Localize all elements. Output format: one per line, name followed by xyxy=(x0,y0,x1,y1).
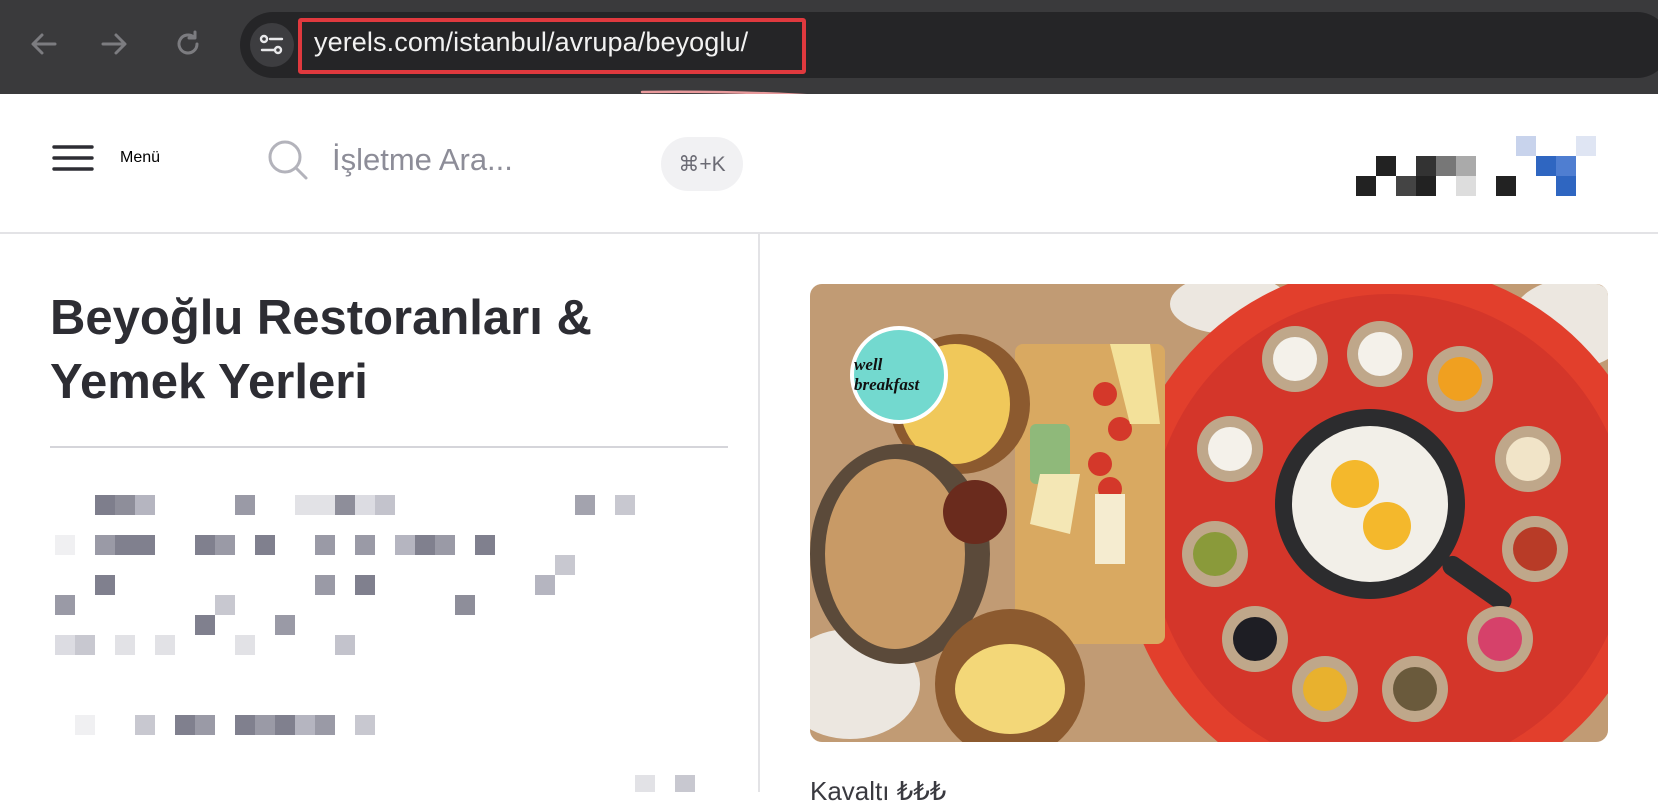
hamburger-icon xyxy=(52,145,94,171)
arrow-right-icon xyxy=(101,33,127,55)
title-divider xyxy=(50,446,728,448)
forward-button[interactable] xyxy=(94,24,134,64)
search-input[interactable]: İşletme Ara... xyxy=(266,138,513,182)
pane-divider xyxy=(758,233,760,792)
reload-button[interactable] xyxy=(168,24,208,64)
menu-button[interactable]: Menü xyxy=(52,144,160,172)
page-title: Beyoğlu Restoranları & Yemek Yerleri xyxy=(50,291,592,409)
badge-text: well breakfast xyxy=(854,355,920,394)
back-button[interactable] xyxy=(24,24,64,64)
keyboard-shortcut-badge: ⌘+K xyxy=(661,137,743,191)
url-highlight-box xyxy=(298,18,806,74)
tune-icon xyxy=(259,34,284,55)
redacted-description xyxy=(55,495,695,792)
reload-icon xyxy=(177,30,199,55)
browser-toolbar: yerels.com/istanbul/avrupa/beyoglu/ xyxy=(0,0,1658,106)
arrow-left-icon xyxy=(31,33,57,55)
restaurant-logo-badge[interactable]: well breakfast xyxy=(850,326,948,424)
menu-label: Menü xyxy=(120,149,161,166)
site-header: Menü İşletme Ara... ⌘+K xyxy=(0,94,1658,234)
search-placeholder: İşletme Ara... xyxy=(332,142,513,177)
site-info-button[interactable] xyxy=(250,23,294,67)
search-icon xyxy=(268,140,308,180)
site-logo[interactable] xyxy=(1356,134,1596,196)
